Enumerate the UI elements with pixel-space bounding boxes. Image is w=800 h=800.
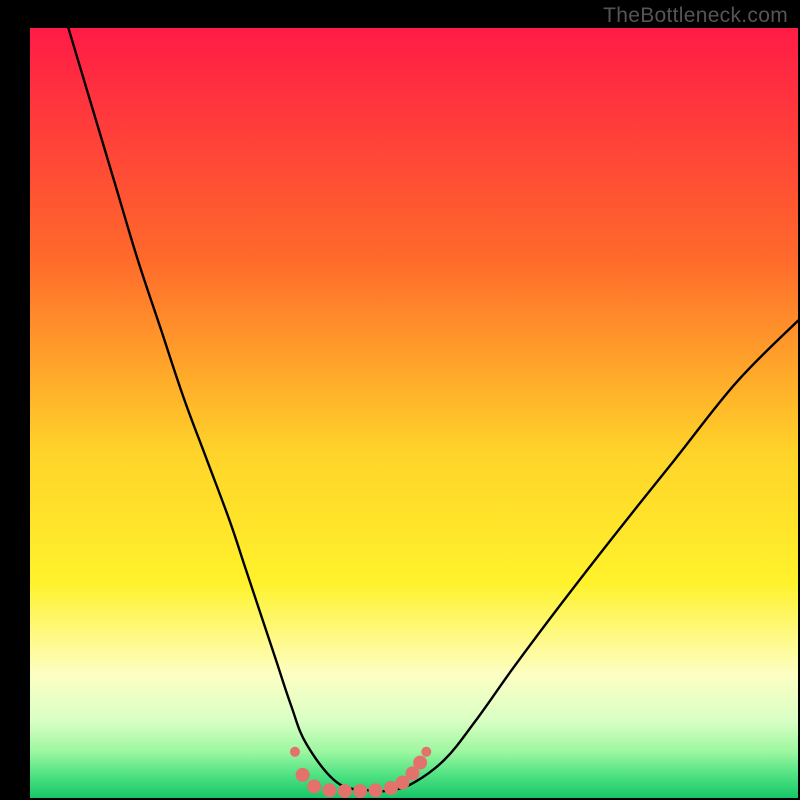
chart-frame: TheBottleneck.com	[0, 0, 800, 800]
marker-dot	[353, 784, 367, 798]
marker-dot	[296, 768, 310, 782]
marker-dot	[421, 747, 431, 757]
marker-dot	[413, 756, 427, 770]
marker-dot	[338, 784, 352, 798]
marker-dot	[323, 783, 337, 797]
plot-background	[30, 28, 798, 798]
marker-dot	[369, 783, 383, 797]
marker-dot	[290, 747, 300, 757]
bottleneck-chart	[0, 0, 800, 800]
marker-dot	[307, 779, 321, 793]
